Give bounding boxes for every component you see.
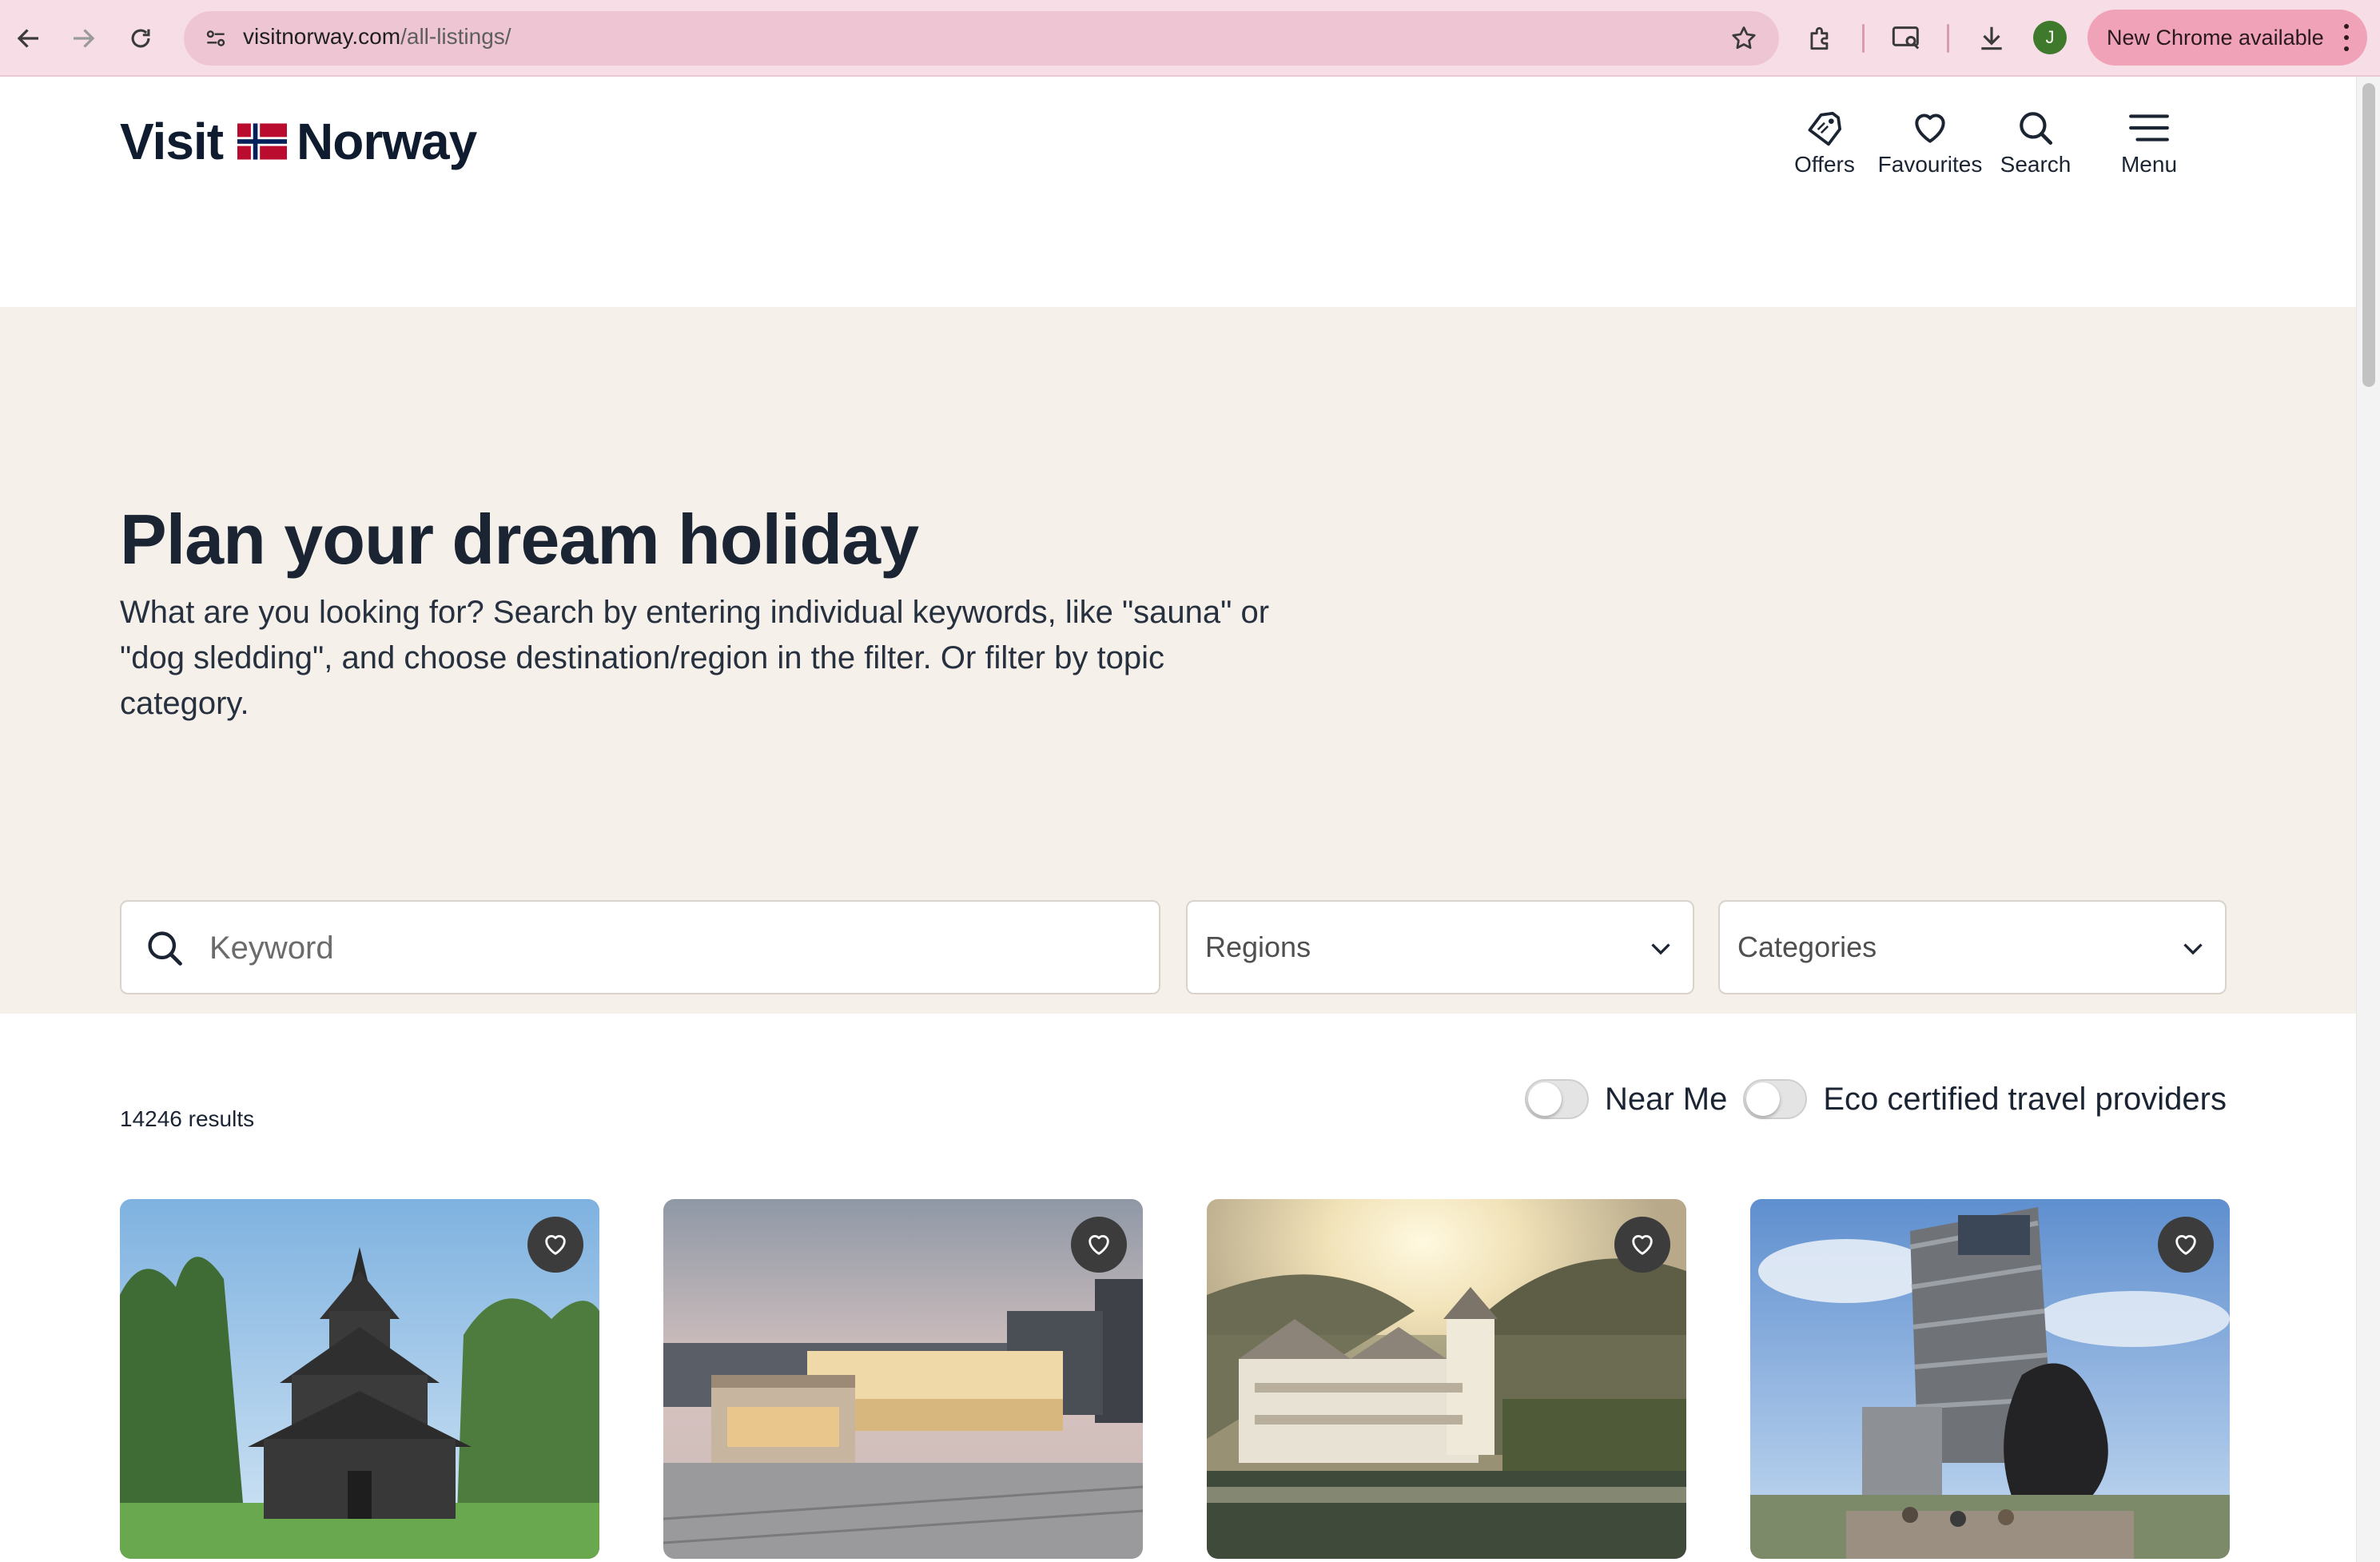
toggle-knob <box>1527 1082 1562 1116</box>
listing-photo-stave-church <box>120 1199 599 1559</box>
listing-card[interactable] <box>1207 1199 1686 1559</box>
site-header: Visit Norway Offers Favourites Search Me… <box>0 77 2356 307</box>
eco-certified-toggle[interactable] <box>1743 1079 1808 1119</box>
favourite-button[interactable] <box>2158 1217 2214 1273</box>
eco-certified-label: Eco certified travel providers <box>1823 1081 2227 1117</box>
header-nav: Offers Favourites Search Menu <box>1777 106 2196 177</box>
page-intro: What are you looking for? Search by ente… <box>120 595 1270 721</box>
downloads-button[interactable] <box>1971 18 2012 59</box>
logo-text-norway: Norway <box>297 113 477 170</box>
keyword-search-box[interactable] <box>120 900 1160 994</box>
favourite-button[interactable] <box>1071 1217 1127 1273</box>
hamburger-icon <box>2127 106 2171 150</box>
scrollbar-thumb[interactable] <box>2362 83 2375 387</box>
extensions-button[interactable] <box>1800 18 1841 59</box>
site-settings-icon[interactable] <box>203 26 229 51</box>
listing-card[interactable] <box>120 1199 599 1559</box>
listing-photo-museum-plaza <box>663 1199 1143 1559</box>
page-viewport: Visit Norway Offers Favourites Search Me… <box>0 77 2356 1562</box>
listing-photo-museum-tower <box>1750 1199 2230 1559</box>
results-filters: Near Me Eco certified travel providers <box>1524 1079 2227 1119</box>
heart-icon <box>2175 1235 2196 1255</box>
update-label: New Chrome available <box>2107 25 2324 50</box>
listing-card[interactable] <box>663 1199 1143 1559</box>
heart-icon <box>1089 1235 1109 1255</box>
cast-search-button[interactable] <box>1886 18 1928 59</box>
puzzle-icon <box>1810 26 1829 50</box>
search-hero: Plan your dream holiday What are you loo… <box>0 307 2356 1014</box>
reload-icon <box>131 29 150 48</box>
near-me-label: Near Me <box>1604 1081 1728 1117</box>
heart-icon <box>1632 1235 1653 1255</box>
kebab-menu-icon <box>2343 24 2350 51</box>
url-host: visitnorway.com <box>243 24 401 49</box>
toolbar-separator <box>1862 24 1865 53</box>
regions-select-label: Regions <box>1205 930 1311 963</box>
norway-flag-icon <box>237 123 287 160</box>
nav-menu-label: Menu <box>2120 152 2178 177</box>
nav-search-label: Search <box>2000 152 2072 177</box>
site-logo[interactable]: Visit Norway <box>120 112 477 171</box>
listing-photo-fjord-hotel <box>1207 1199 1686 1559</box>
back-button[interactable] <box>6 16 51 61</box>
nav-offers[interactable]: Offers <box>1777 106 1872 177</box>
heart-icon <box>1908 106 1952 150</box>
categories-select-label: Categories <box>1737 930 1877 963</box>
screen-search-icon <box>1892 26 1920 50</box>
regions-select[interactable]: Regions <box>1186 900 1694 994</box>
toggle-knob <box>1746 1082 1781 1116</box>
nav-menu[interactable]: Menu <box>2102 106 2196 177</box>
forward-button[interactable] <box>61 16 105 61</box>
url-text: visitnorway.com/all-listings/ <box>243 24 511 50</box>
nav-offers-label: Offers <box>1794 152 1855 177</box>
address-bar[interactable]: visitnorway.com/all-listings/ <box>184 11 1779 66</box>
toolbar-separator <box>1947 24 1949 53</box>
search-icon <box>2013 106 2058 150</box>
arrow-right-icon <box>74 29 95 48</box>
bookmark-star-icon[interactable] <box>1729 24 1758 53</box>
url-path: /all-listings/ <box>400 24 511 49</box>
listing-card[interactable] <box>1750 1199 2230 1559</box>
nav-favourites-label: Favourites <box>1877 152 1983 177</box>
nav-favourites[interactable]: Favourites <box>1878 106 1982 177</box>
heart-icon <box>545 1235 566 1255</box>
favourite-button[interactable] <box>1614 1217 1670 1273</box>
chevron-down-icon <box>2183 943 2203 955</box>
profile-avatar[interactable]: J <box>2033 21 2067 54</box>
search-icon <box>148 931 182 966</box>
nav-search[interactable]: Search <box>1988 106 2083 177</box>
download-icon <box>1981 26 2002 50</box>
results-count: 14246 results <box>120 1106 255 1131</box>
near-me-toggle[interactable] <box>1524 1079 1589 1119</box>
browser-toolbar: visitnorway.com/all-listings/ J New Chro… <box>0 0 2380 77</box>
categories-select[interactable]: Categories <box>1718 900 2227 994</box>
logo-text-visit: Visit <box>120 113 224 170</box>
chrome-update-button[interactable]: New Chrome available <box>2087 10 2367 66</box>
chevron-down-icon <box>1651 943 1670 955</box>
reload-button[interactable] <box>118 16 163 61</box>
page-scrollbar[interactable] <box>2356 77 2380 1562</box>
listing-cards <box>120 1199 2230 1559</box>
tag-icon <box>1802 106 1847 150</box>
page-title: Plan your dream holiday <box>120 500 919 579</box>
keyword-input[interactable] <box>209 926 1128 970</box>
arrow-left-icon <box>17 29 38 48</box>
favourite-button[interactable] <box>527 1217 583 1273</box>
